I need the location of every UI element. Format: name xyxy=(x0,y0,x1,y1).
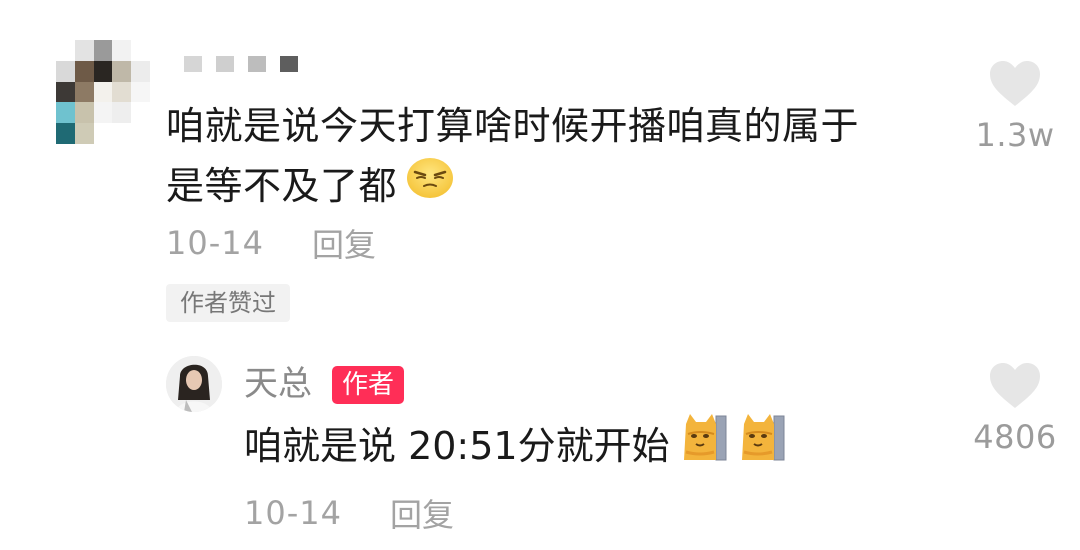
like-button[interactable]: 1.3w xyxy=(960,60,1070,154)
author-tag: 作者 xyxy=(332,366,405,404)
reply-text-content: 咱就是说 20:51分就开始 xyxy=(244,423,670,468)
username-mosaic[interactable] xyxy=(184,56,298,72)
like-count: 1.3w xyxy=(975,116,1055,154)
comment-text-line: 是等不及了都 xyxy=(166,156,936,216)
comment-text-line: 咱就是说今天打算啥时候开播咱真的属于 xyxy=(166,104,860,148)
comment-text: 咱就是说今天打算啥时候开播咱真的属于 是等不及了都 xyxy=(166,96,936,216)
reply-avatar[interactable] xyxy=(166,356,222,412)
smirk-emoji-icon xyxy=(405,152,455,219)
comment-meta: 10-14 回复 xyxy=(166,220,376,266)
like-count: 4806 xyxy=(973,418,1057,456)
reply-meta: 10-14 回复 xyxy=(244,490,454,536)
like-button[interactable]: 4806 xyxy=(960,362,1070,456)
heart-icon[interactable] xyxy=(988,60,1042,112)
comment-text-line-content: 是等不及了都 xyxy=(166,164,398,208)
reply-text: 咱就是说 20:51分就开始 xyxy=(244,412,786,479)
author-liked-badge: 作者赞过 xyxy=(166,284,290,322)
reply-button[interactable]: 回复 xyxy=(390,490,454,536)
cat-emoji-icon xyxy=(680,412,728,479)
heart-icon[interactable] xyxy=(988,362,1042,414)
avatar[interactable] xyxy=(56,40,150,144)
cat-emoji-icon xyxy=(738,412,786,479)
comment-date: 10-14 xyxy=(166,224,264,262)
reply-username[interactable]: 天总 xyxy=(244,362,312,406)
reply-date: 10-14 xyxy=(244,494,342,532)
reply-button[interactable]: 回复 xyxy=(312,220,376,266)
comment-thread: 咱就是说今天打算啥时候开播咱真的属于 是等不及了都 10-14 回复 作者赞过 … xyxy=(0,0,1080,550)
